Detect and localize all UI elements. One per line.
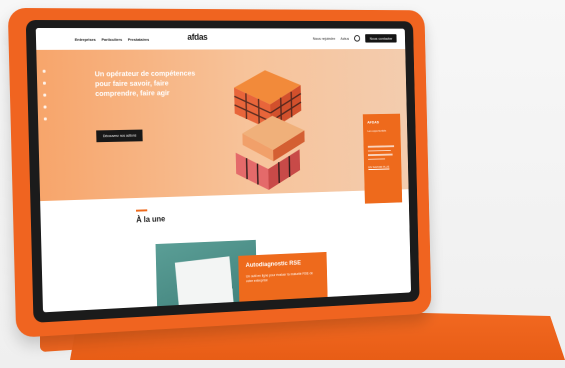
feature-card-title: Autodiagnostic RSE <box>245 259 302 269</box>
site-header: Entreprises Particuliers Prestataires af… <box>35 27 406 50</box>
hero-cta-button[interactable]: Découvrez nos actions <box>96 129 144 143</box>
hero-side-card[interactable]: AFDAS Les opportunités EN SAVOIR PLUS <box>362 113 403 204</box>
section-accent-bar <box>135 209 148 212</box>
feature-card[interactable]: Autodiagnostic RSE Un outil en ligne pou… <box>238 251 328 313</box>
twitter-icon[interactable] <box>42 81 46 85</box>
secondary-nav: Nous rejoindre Actus Nous contacter <box>313 34 397 43</box>
instagram-icon[interactable] <box>43 117 47 121</box>
website-screen: Entreprises Particuliers Prestataires af… <box>35 27 412 313</box>
side-card-subtitle: Les opportunités <box>367 128 387 133</box>
hero-banner: Un opérateur de compétences pour faire s… <box>36 48 409 204</box>
nav-link-prestataires[interactable]: Prestataires <box>128 36 150 41</box>
linkedin-icon[interactable] <box>43 93 47 97</box>
feature-image-document <box>174 256 234 311</box>
hero-title: Un opérateur de compétences pour faire s… <box>94 68 196 99</box>
side-card-text-lines <box>367 145 397 160</box>
rubiks-cube-image <box>215 70 306 191</box>
facebook-icon[interactable] <box>42 69 46 73</box>
nav-link-rejoindre[interactable]: Nous rejoindre <box>313 36 336 41</box>
search-icon[interactable] <box>354 35 361 42</box>
nav-link-entreprises[interactable]: Entreprises <box>75 36 96 41</box>
tablet-device: Entreprises Particuliers Prestataires af… <box>7 7 432 338</box>
youtube-icon[interactable] <box>43 105 47 109</box>
nav-link-actus[interactable]: Actus <box>340 36 349 41</box>
tablet-bezel: Entreprises Particuliers Prestataires af… <box>25 19 420 323</box>
social-links <box>42 69 47 121</box>
feature-card-description: Un outil en ligne pour évaluer la maturi… <box>245 271 314 284</box>
contact-button[interactable]: Nous contacter <box>365 34 397 43</box>
side-card-title: AFDAS <box>367 119 380 125</box>
nav-link-particuliers[interactable]: Particuliers <box>101 36 122 41</box>
site-logo[interactable]: afdas <box>187 32 207 42</box>
primary-nav: Entreprises Particuliers Prestataires <box>75 36 150 41</box>
side-card-link[interactable]: EN SAVOIR PLUS <box>368 165 397 169</box>
product-photo-scene: Entreprises Particuliers Prestataires af… <box>0 0 565 368</box>
section-title: À la une <box>136 214 166 225</box>
